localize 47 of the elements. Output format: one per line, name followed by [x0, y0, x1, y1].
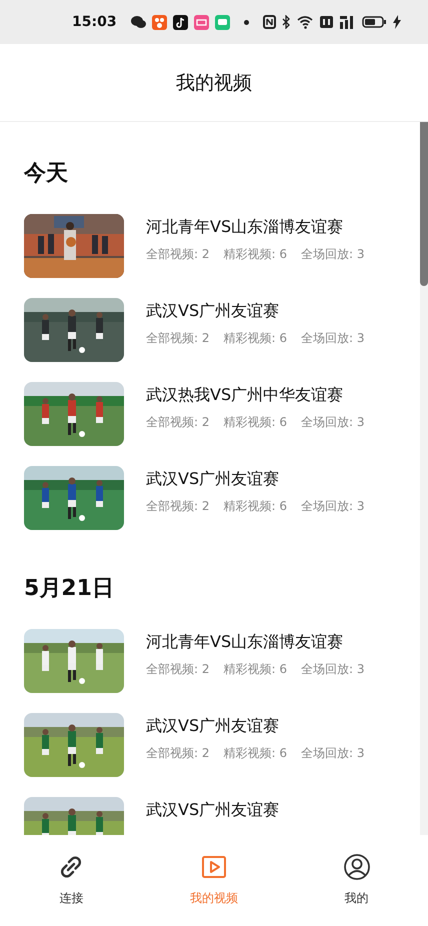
chat-app-icon [130, 15, 146, 29]
video-title[interactable]: 武汉VS广州友谊赛 [146, 716, 364, 737]
hd-icon [320, 16, 333, 28]
user-icon [344, 854, 370, 880]
video-count: 精彩视频: 6 [224, 745, 287, 762]
video-count: 全部视频: 2 [146, 498, 210, 515]
scrollbar-thumb[interactable] [420, 122, 428, 286]
video-count: 全场回放: 3 [301, 498, 364, 515]
video-count: 全场回放: 3 [301, 745, 364, 762]
play-icon [201, 854, 227, 880]
video-count: 精彩视频: 6 [224, 661, 287, 678]
page-title: 我的视频 [176, 70, 252, 96]
message-app-icon [214, 14, 230, 30]
bluetooth-icon [282, 15, 291, 29]
video-title[interactable]: 河北青年VS山东淄博友谊赛 [146, 217, 364, 238]
section-heading: 今天 [24, 162, 69, 186]
dot-icon [244, 20, 249, 24]
video-count: 精彩视频: 6 [224, 246, 287, 263]
video-count: 全场回放: 3 [301, 246, 364, 263]
status-time: 15:03 [72, 14, 117, 30]
charging-icon [392, 15, 401, 29]
nav-tab[interactable]: 连接 [0, 835, 143, 926]
video-title[interactable]: 武汉VS广州友谊赛 [146, 800, 280, 821]
music-app-icon [172, 14, 188, 30]
signal-icon [338, 15, 356, 29]
app-icon [194, 14, 209, 30]
video-title[interactable]: 河北青年VS山东淄博友谊赛 [146, 632, 364, 653]
video-title[interactable]: 武汉VS广州友谊赛 [146, 469, 364, 490]
video-count: 精彩视频: 6 [224, 330, 287, 347]
video-title[interactable]: 武汉VS广州友谊赛 [146, 301, 364, 322]
nav-tab[interactable]: 我的 [285, 835, 428, 926]
wifi-icon [296, 15, 314, 29]
video-count: 精彩视频: 6 [224, 498, 287, 515]
battery-icon [362, 16, 387, 28]
video-count: 全部视频: 2 [146, 745, 210, 762]
section-heading: 5月21日 [24, 577, 115, 601]
video-count: 全部视频: 2 [146, 246, 210, 263]
video-count: 全场回放: 3 [301, 330, 364, 347]
video-count: 全部视频: 2 [146, 330, 210, 347]
nfc-icon [262, 15, 276, 29]
video-count: 全部视频: 2 [146, 414, 210, 431]
video-count: 全部视频: 2 [146, 661, 210, 678]
video-count: 精彩视频: 6 [224, 414, 287, 431]
app-icon [152, 14, 167, 30]
video-count: 全场回放: 3 [301, 661, 364, 678]
video-title[interactable]: 武汉热我VS广州中华友谊赛 [146, 385, 364, 406]
video-count: 全场回放: 3 [301, 414, 364, 431]
